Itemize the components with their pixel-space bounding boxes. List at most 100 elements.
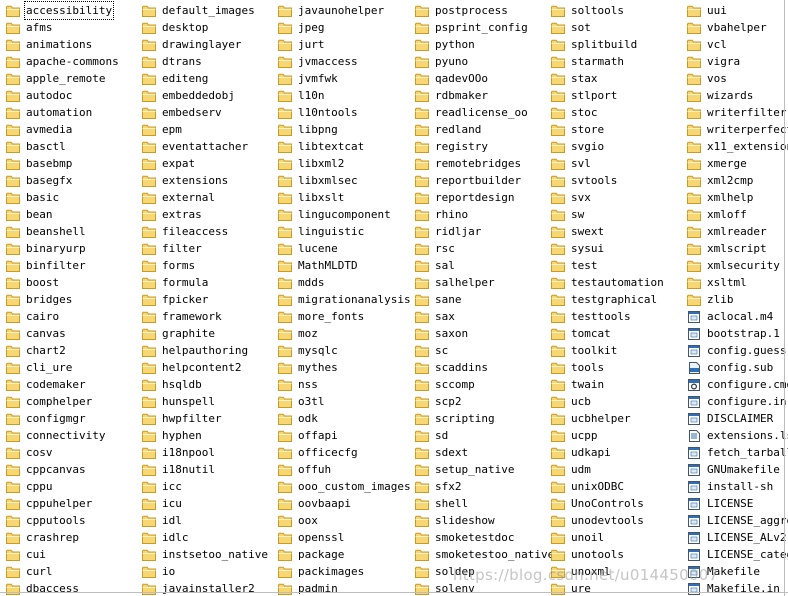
folder-item[interactable]: apache-commons — [0, 53, 120, 70]
folder-item[interactable]: writerfilter — [681, 104, 788, 121]
folder-item[interactable]: svx — [545, 189, 665, 206]
folder-item[interactable]: io — [136, 563, 269, 580]
folder-item[interactable]: python — [409, 36, 555, 53]
folder-item[interactable]: sane — [409, 291, 555, 308]
folder-item[interactable]: libxml2 — [272, 155, 412, 172]
folder-item[interactable]: starmath — [545, 53, 665, 70]
folder-item[interactable]: codemaker — [0, 376, 120, 393]
folder-item[interactable]: officecfg — [272, 444, 412, 461]
folder-item[interactable]: basebmp — [0, 155, 120, 172]
folder-item[interactable]: cppuhelper — [0, 495, 120, 512]
folder-item[interactable]: stax — [545, 70, 665, 87]
folder-item[interactable]: cairo — [0, 308, 120, 325]
folder-item[interactable]: connectivity — [0, 427, 120, 444]
folder-item[interactable]: autodoc — [0, 87, 120, 104]
folder-item[interactable]: comphelper — [0, 393, 120, 410]
folder-item[interactable]: basic — [0, 189, 120, 206]
folder-item[interactable]: editeng — [136, 70, 269, 87]
folder-item[interactable]: test — [545, 257, 665, 274]
folder-item[interactable]: beanshell — [0, 223, 120, 240]
folder-item[interactable]: zlib — [681, 291, 788, 308]
folder-item[interactable]: vcl — [681, 36, 788, 53]
folder-item[interactable]: fileaccess — [136, 223, 269, 240]
folder-item[interactable]: unoxml — [545, 563, 665, 580]
file-item[interactable]: Makefile.in — [681, 580, 788, 596]
folder-item[interactable]: framework — [136, 308, 269, 325]
folder-item[interactable]: package — [272, 546, 412, 563]
folder-item[interactable]: vbahelper — [681, 19, 788, 36]
folder-item[interactable]: unixODBC — [545, 478, 665, 495]
folder-item[interactable]: ucbhelper — [545, 410, 665, 427]
folder-item[interactable]: sot — [545, 19, 665, 36]
folder-item[interactable]: icu — [136, 495, 269, 512]
folder-item[interactable]: readlicense_oo — [409, 104, 555, 121]
folder-item[interactable]: cli_ure — [0, 359, 120, 376]
folder-item[interactable]: libtextcat — [272, 138, 412, 155]
folder-item[interactable]: saxon — [409, 325, 555, 342]
file-item[interactable]: DISCLAIMER — [681, 410, 788, 427]
file-item[interactable]: extensions.lst — [681, 427, 788, 444]
folder-item[interactable]: UnoControls — [545, 495, 665, 512]
folder-item[interactable]: xsltml — [681, 274, 788, 291]
folder-item[interactable]: helpauthoring — [136, 342, 269, 359]
folder-item[interactable]: desktop — [136, 19, 269, 36]
folder-item[interactable]: tomcat — [545, 325, 665, 342]
folder-item[interactable]: udkapi — [545, 444, 665, 461]
folder-item[interactable]: pyuno — [409, 53, 555, 70]
folder-item[interactable]: smoketestoo_native — [409, 546, 555, 563]
folder-item[interactable]: accessibility — [0, 1, 120, 20]
folder-item[interactable]: psprint_config — [409, 19, 555, 36]
folder-item[interactable]: setup_native — [409, 461, 555, 478]
folder-item[interactable]: formula — [136, 274, 269, 291]
folder-item[interactable]: MathMLDTD — [272, 257, 412, 274]
folder-item[interactable]: wizards — [681, 87, 788, 104]
folder-item[interactable]: ucpp — [545, 427, 665, 444]
folder-item[interactable]: cui — [0, 546, 120, 563]
folder-item[interactable]: fpicker — [136, 291, 269, 308]
folder-item[interactable]: openssl — [272, 529, 412, 546]
folder-item[interactable]: registry — [409, 138, 555, 155]
folder-item[interactable]: cppu — [0, 478, 120, 495]
folder-item[interactable]: hsqldb — [136, 376, 269, 393]
folder-item[interactable]: canvas — [0, 325, 120, 342]
folder-item[interactable]: instsetoo_native — [136, 546, 269, 563]
folder-item[interactable]: expat — [136, 155, 269, 172]
file-item[interactable]: bootstrap.1 — [681, 325, 788, 342]
folder-item[interactable]: i18npool — [136, 444, 269, 461]
folder-item[interactable]: toolkit — [545, 342, 665, 359]
folder-item[interactable]: oovbaapi — [272, 495, 412, 512]
file-item[interactable]: config.sub — [681, 359, 788, 376]
folder-item[interactable]: avmedia — [0, 121, 120, 138]
folder-item[interactable]: store — [545, 121, 665, 138]
folder-item[interactable]: sdext — [409, 444, 555, 461]
folder-item[interactable]: boost — [0, 274, 120, 291]
folder-item[interactable]: helpcontent2 — [136, 359, 269, 376]
folder-item[interactable]: testtools — [545, 308, 665, 325]
folder-item[interactable]: slideshow — [409, 512, 555, 529]
file-item[interactable]: configure.in — [681, 393, 788, 410]
folder-item[interactable]: odk — [272, 410, 412, 427]
folder-item[interactable]: unotools — [545, 546, 665, 563]
folder-item[interactable]: oox — [272, 512, 412, 529]
folder-item[interactable]: stlport — [545, 87, 665, 104]
file-item[interactable]: LICENSE_ALv2 — [681, 529, 788, 546]
folder-item[interactable]: qadevOOo — [409, 70, 555, 87]
folder-item[interactable]: icc — [136, 478, 269, 495]
folder-item[interactable]: unodevtools — [545, 512, 665, 529]
folder-item[interactable]: scp2 — [409, 393, 555, 410]
folder-item[interactable]: sd — [409, 427, 555, 444]
folder-item[interactable]: external — [136, 189, 269, 206]
folder-item[interactable]: automation — [0, 104, 120, 121]
file-item[interactable]: install-sh — [681, 478, 788, 495]
folder-item[interactable]: linguistic — [272, 223, 412, 240]
folder-item[interactable]: eventattacher — [136, 138, 269, 155]
folder-item[interactable]: scripting — [409, 410, 555, 427]
folder-item[interactable]: sc — [409, 342, 555, 359]
folder-item[interactable]: redland — [409, 121, 555, 138]
folder-item[interactable]: xmlscript — [681, 240, 788, 257]
folder-item[interactable]: lingucomponent — [272, 206, 412, 223]
folder-item[interactable]: remotebridges — [409, 155, 555, 172]
file-item[interactable]: aclocal.m4 — [681, 308, 788, 325]
folder-item[interactable]: rdbmaker — [409, 87, 555, 104]
folder-item[interactable]: idlc — [136, 529, 269, 546]
